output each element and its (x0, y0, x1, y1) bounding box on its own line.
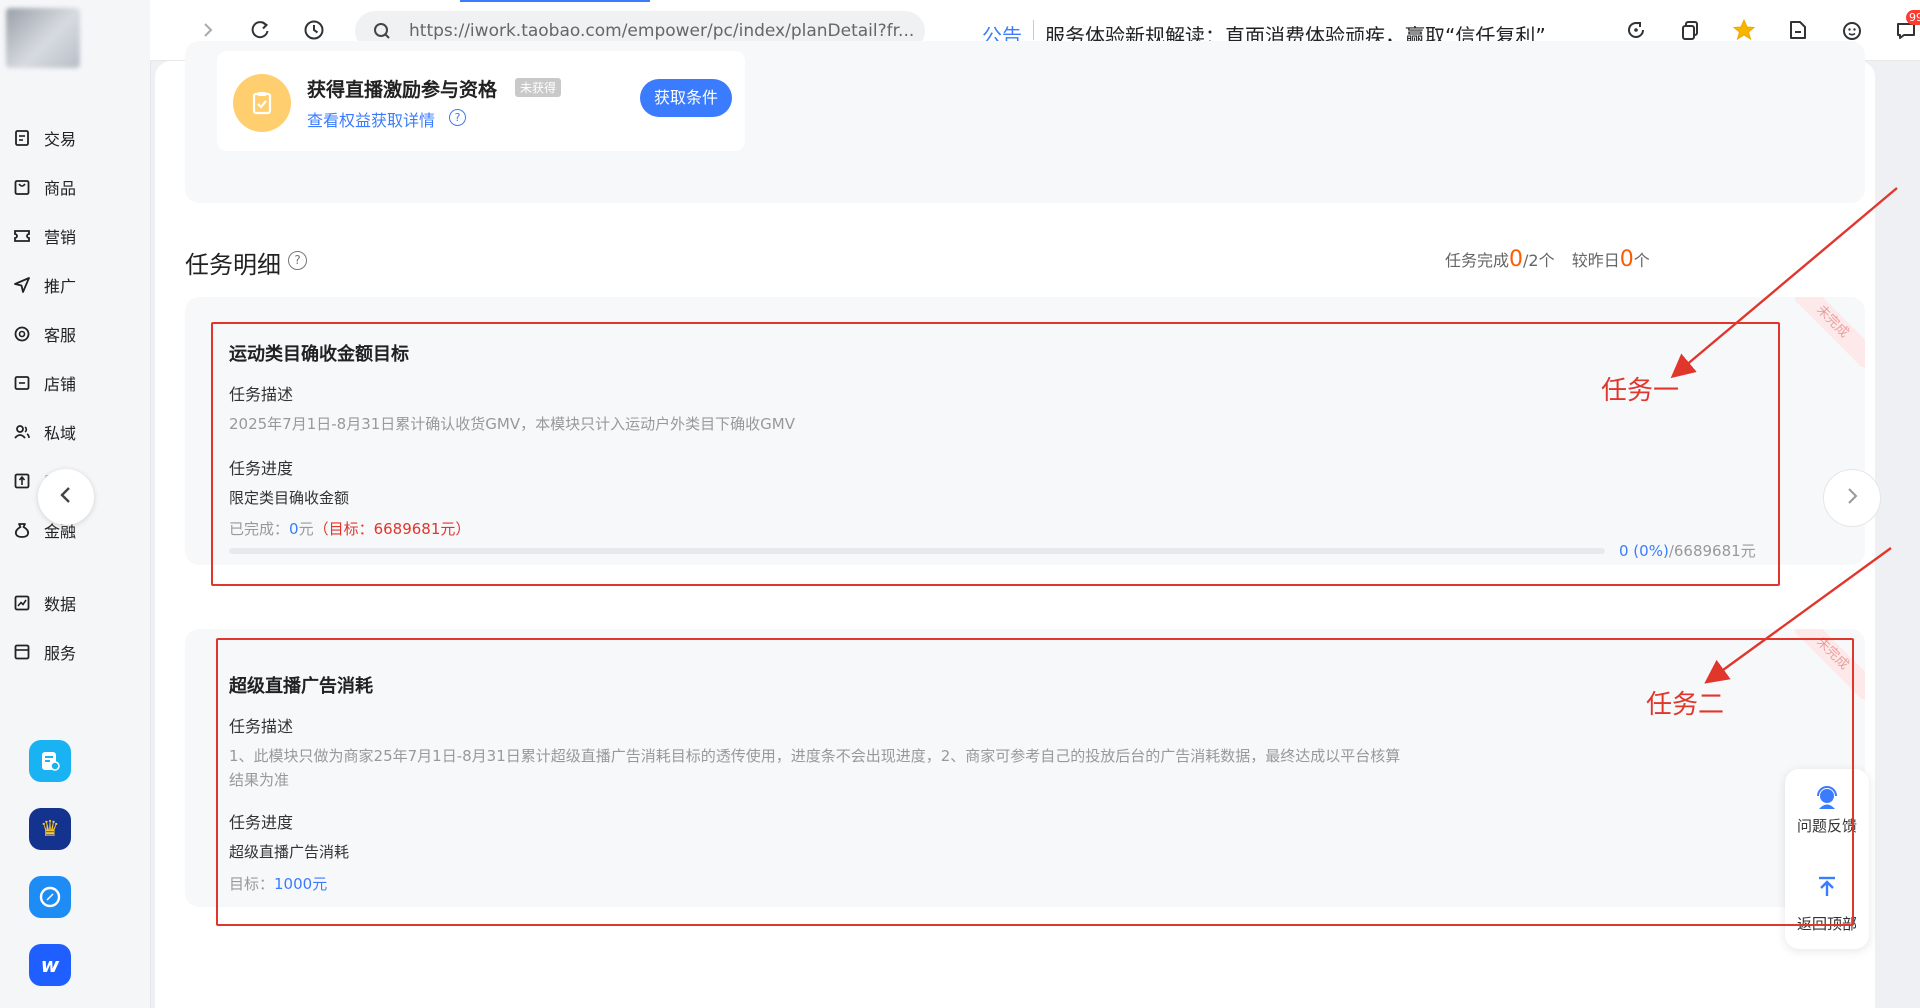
annotation-arrow-1 (1670, 187, 1898, 379)
annotation-arrows (1670, 187, 1898, 684)
annotation-arrow-2 (1704, 547, 1892, 684)
